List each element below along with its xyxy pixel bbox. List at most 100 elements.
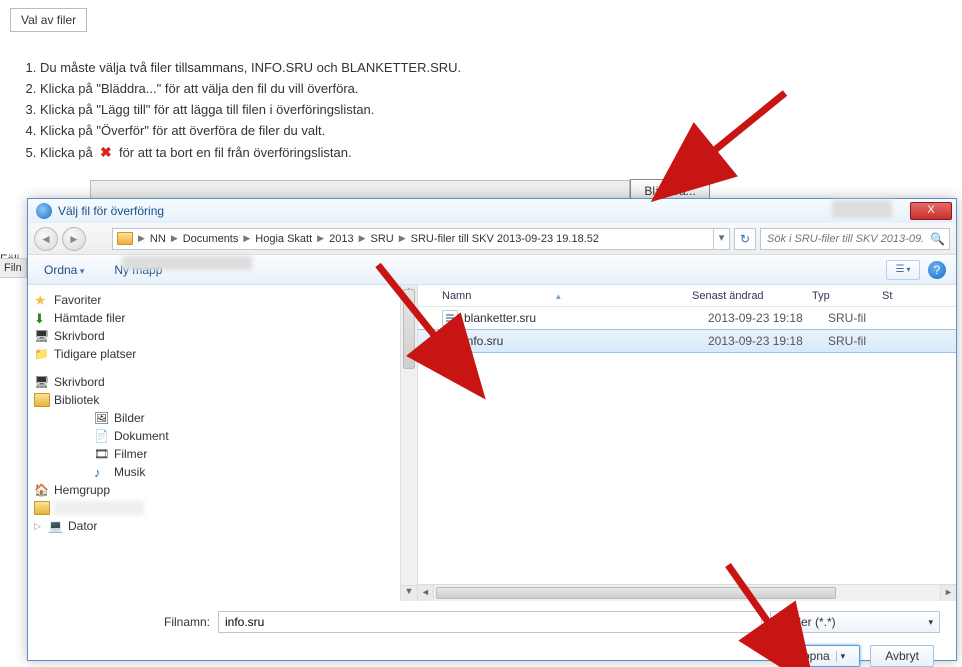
nav-forward-button[interactable]: ► <box>62 227 86 251</box>
col-size[interactable]: St <box>882 290 956 302</box>
nav-pictures[interactable]: Bilder <box>34 409 417 427</box>
text: Klicka på <box>40 145 93 160</box>
breadcrumb-item[interactable]: SRU <box>369 233 396 245</box>
list-hscrollbar[interactable]: ◄ ► <box>418 584 956 601</box>
refresh-button[interactable]: ↻ <box>734 228 756 250</box>
chevron-right-icon[interactable]: ▶ <box>240 233 253 244</box>
breadcrumb-history-dropdown[interactable]: ▾ <box>713 229 729 249</box>
scroll-right-icon[interactable]: ► <box>940 585 956 601</box>
chevron-down-icon: ▾ <box>906 265 910 274</box>
image-icon <box>94 411 110 425</box>
cancel-button[interactable]: Avbryt <box>870 645 934 667</box>
scroll-down-icon[interactable]: ▼ <box>401 585 417 601</box>
col-name[interactable]: Namn ▲ <box>442 290 692 302</box>
filter-label: lla filer (*.*) <box>777 615 836 629</box>
file-type: SRU-fil <box>828 311 898 325</box>
download-icon <box>34 311 50 325</box>
file-list: Namn ▲ Senast ändrad Typ St blanketter.s… <box>418 285 956 601</box>
desktop-icon <box>34 375 50 389</box>
breadcrumb-item[interactable]: NN <box>148 233 168 245</box>
video-icon <box>94 447 110 461</box>
desktop-icon <box>34 329 50 343</box>
open-button[interactable]: Öppna ▾ <box>779 645 861 667</box>
nav-blurred[interactable] <box>34 499 417 517</box>
tab-header[interactable]: Val av filer <box>10 8 87 32</box>
disclosure-triangle-icon[interactable]: ▷ <box>34 521 44 532</box>
nav-back-button[interactable]: ◄ <box>34 227 58 251</box>
nav-music[interactable]: Musik <box>34 463 417 481</box>
text: för att ta bort en fil från överföringsl… <box>119 145 352 160</box>
list-view-icon: ☰ <box>896 264 905 275</box>
blurred-region <box>832 200 892 218</box>
chevron-down-icon[interactable]: ▾ <box>836 651 846 662</box>
chevron-down-icon: ▾ <box>928 617 933 628</box>
file-row-selected[interactable]: info.sru 2013-09-23 19:18 SRU-fil <box>418 329 956 353</box>
star-icon <box>34 293 50 307</box>
view-mode-button[interactable]: ☰ ▾ <box>886 260 920 280</box>
dialog-footer: Filnamn: lla filer (*.*) ▾ Öppna ▾ Avbry… <box>28 601 956 667</box>
ie-icon <box>36 203 52 219</box>
nav-homegroup[interactable]: Hemgrupp <box>34 481 417 499</box>
chevron-right-icon[interactable]: ▶ <box>135 233 148 244</box>
breadcrumb-item[interactable]: Documents <box>181 233 241 245</box>
chevron-right-icon[interactable]: ▶ <box>314 233 327 244</box>
close-button[interactable]: X <box>910 202 952 220</box>
scroll-thumb[interactable] <box>403 289 415 369</box>
col-type[interactable]: Typ <box>812 290 882 302</box>
blurred-region <box>54 501 144 515</box>
search-input[interactable] <box>765 232 926 246</box>
nav-library[interactable]: Bibliotek <box>34 391 417 409</box>
folder-icon <box>34 501 50 515</box>
file-modified: 2013-09-23 19:18 <box>708 311 828 325</box>
chevron-right-icon[interactable]: ▶ <box>396 233 409 244</box>
nav-favorites[interactable]: Favoriter <box>34 291 417 309</box>
scroll-thumb[interactable] <box>436 587 836 599</box>
document-icon <box>94 429 110 443</box>
file-filter-dropdown[interactable]: lla filer (*.*) ▾ <box>770 611 940 633</box>
help-icon[interactable]: ? <box>928 261 946 279</box>
search-box[interactable]: 🔍 <box>760 228 950 250</box>
nav-scrollbar[interactable]: ▲ ▼ <box>400 285 417 601</box>
folder-icon <box>117 232 133 245</box>
home-icon <box>34 483 50 497</box>
nav-computer[interactable]: ▷Dator <box>34 517 417 535</box>
instruction-item: Klicka på ✖ för att ta bort en fil från … <box>40 144 942 161</box>
nav-films[interactable]: Filmer <box>34 445 417 463</box>
sort-asc-icon: ▲ <box>474 292 562 301</box>
breadcrumb-item[interactable]: Hogia Skatt <box>253 233 314 245</box>
nav-desktop-root[interactable]: Skrivbord <box>34 373 417 391</box>
breadcrumb[interactable]: ▶ NN ▶ Documents ▶ Hogia Skatt ▶ 2013 ▶ … <box>112 228 730 250</box>
breadcrumb-item[interactable]: SRU-filer till SKV 2013-09-23 19.18.52 <box>409 233 601 245</box>
nav-desktop[interactable]: Skrivbord <box>34 327 417 345</box>
instruction-item: Du måste välja två filer tillsammans, IN… <box>40 60 942 75</box>
nav-documents[interactable]: Dokument <box>34 427 417 445</box>
dialog-title: Välj fil för överföring <box>58 204 164 218</box>
side-chip: Filn <box>0 258 27 278</box>
organize-menu[interactable]: Ordna <box>38 259 90 281</box>
col-modified[interactable]: Senast ändrad <box>692 290 812 302</box>
nav-tree: Favoriter Hämtade filer Skrivbord Tidiga… <box>28 285 418 601</box>
nav-recent[interactable]: Tidigare platser <box>34 345 417 363</box>
file-modified: 2013-09-23 19:18 <box>708 334 828 348</box>
file-row[interactable]: blanketter.sru 2013-09-23 19:18 SRU-fil <box>418 307 956 329</box>
file-type: SRU-fil <box>828 334 898 348</box>
file-icon <box>442 333 458 349</box>
library-icon <box>34 393 50 407</box>
chevron-right-icon[interactable]: ▶ <box>168 233 181 244</box>
search-icon[interactable]: 🔍 <box>930 232 945 246</box>
music-icon <box>94 465 110 479</box>
dialog-title-bar: Välj fil för överföring X <box>28 199 956 223</box>
recent-icon <box>34 347 50 361</box>
scroll-left-icon[interactable]: ◄ <box>418 585 434 601</box>
computer-icon <box>48 519 64 533</box>
instruction-item: Klicka på "Lägg till" för att lägga till… <box>40 102 942 117</box>
chevron-right-icon[interactable]: ▶ <box>356 233 369 244</box>
nav-downloads[interactable]: Hämtade filer <box>34 309 417 327</box>
filename-label: Filnamn: <box>154 615 210 629</box>
instruction-item: Klicka på "Överför" för att överföra de … <box>40 123 942 138</box>
column-headers[interactable]: Namn ▲ Senast ändrad Typ St <box>418 285 956 307</box>
file-open-dialog: Välj fil för överföring X ◄ ► ▶ NN ▶ Doc… <box>27 198 957 661</box>
breadcrumb-item[interactable]: 2013 <box>327 233 355 245</box>
filename-input[interactable] <box>218 611 762 633</box>
file-name: blanketter.sru <box>464 311 708 325</box>
